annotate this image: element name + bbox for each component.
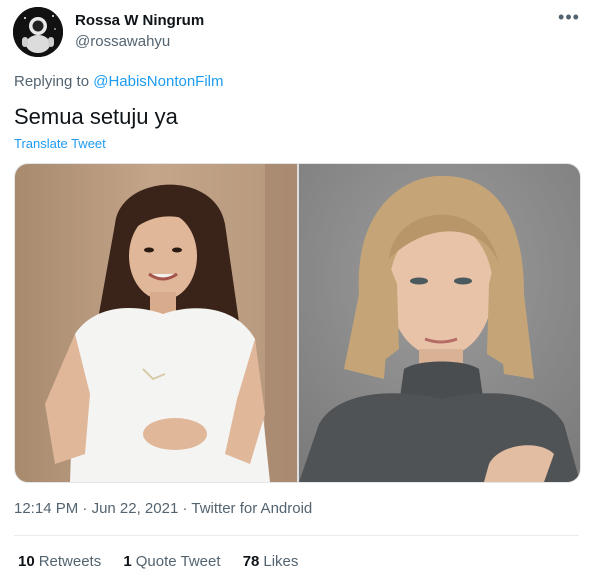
photo-left[interactable] (15, 164, 297, 482)
tweet-time[interactable]: 12:14 PM (14, 500, 78, 517)
tweet-date[interactable]: Jun 22, 2021 (92, 500, 179, 517)
likes-stat[interactable]: 78 Likes (243, 553, 299, 570)
tweet-source[interactable]: Twitter for Android (191, 500, 312, 517)
divider (14, 535, 579, 536)
photo-right[interactable] (299, 164, 580, 482)
quotes-label: Quote Tweet (135, 553, 221, 570)
replying-prefix: Replying to (14, 73, 94, 90)
translate-tweet-link[interactable]: Translate Tweet (14, 136, 106, 151)
more-options-button[interactable]: ••• (554, 8, 584, 28)
quotes-count: 1 (123, 553, 132, 570)
retweets-count: 10 (18, 553, 35, 570)
retweets-label: Retweets (38, 553, 102, 570)
media-grid (14, 163, 581, 483)
meta-separator: · (178, 500, 192, 517)
user-handle[interactable]: @rossawahyu (75, 33, 170, 50)
quotes-stat[interactable]: 1 Quote Tweet (123, 553, 220, 570)
astronaut-avatar-icon (13, 7, 63, 57)
avatar[interactable] (13, 7, 63, 57)
meta-separator: · (78, 500, 92, 517)
mention-link[interactable]: @HabisNontonFilm (93, 73, 223, 90)
tweet-card: Rossa W Ningrum @rossawahyu ••• Replying… (0, 0, 591, 582)
replying-to-line: Replying to @HabisNontonFilm (14, 73, 224, 90)
likes-label: Likes (263, 553, 299, 570)
tweet-text: Semua setuju ya (14, 104, 178, 129)
likes-count: 78 (242, 553, 260, 570)
timestamp-line: 12:14 PM · Jun 22, 2021 · Twitter for An… (14, 500, 312, 517)
display-name[interactable]: Rossa W Ningrum (75, 12, 204, 29)
engagement-stats: 10 Retweets 1 Quote Tweet 78 Likes (18, 553, 316, 570)
more-horizontal-icon: ••• (558, 7, 580, 27)
retweets-stat[interactable]: 10 Retweets (18, 553, 101, 570)
